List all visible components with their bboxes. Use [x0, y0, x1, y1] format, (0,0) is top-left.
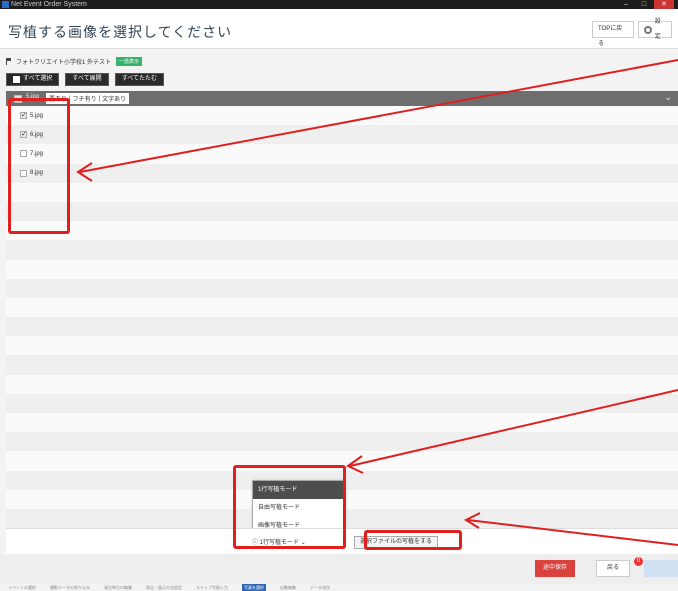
back-button[interactable]: 戻る — [596, 560, 630, 577]
file-row[interactable]: 5.jpg — [6, 106, 678, 126]
file-row[interactable]: 6.jpg — [6, 125, 678, 145]
empty-row — [6, 336, 678, 356]
flag-icon — [6, 57, 11, 65]
empty-row — [6, 432, 678, 452]
collapse-all-button[interactable]: すべてたたむ — [114, 73, 165, 86]
app-icon — [2, 1, 9, 8]
settings-button[interactable]: 設定 — [638, 19, 672, 40]
empty-row — [6, 317, 678, 337]
step-item[interactable]: ステップ写植入力 — [196, 584, 228, 591]
chevron-down-icon[interactable]: ⌄ — [664, 92, 672, 103]
empty-row — [6, 201, 678, 222]
checkbox-icon — [13, 76, 20, 83]
top-button[interactable]: TOPに戻る — [592, 21, 634, 47]
empty-row — [6, 355, 678, 375]
select-all-label: すべて選択 — [23, 76, 53, 82]
maximize-icon[interactable]: □ — [636, 0, 652, 9]
breadcrumb: フォトクリエイト小学校1 外テスト 一括表示 — [6, 55, 143, 67]
empty-row — [6, 240, 678, 260]
notification-badge: 0 — [634, 557, 643, 566]
file-row[interactable]: 7.jpg — [6, 144, 678, 164]
step-item[interactable]: データ送信 — [310, 584, 330, 591]
close-icon[interactable]: ✕ — [654, 0, 674, 9]
save-draft-button[interactable]: 途中保存 — [535, 560, 575, 577]
next-button[interactable] — [644, 560, 678, 577]
window-controls: – □ ✕ — [618, 0, 674, 9]
step-item[interactable]: 自動編集 — [280, 584, 296, 591]
minimize-icon[interactable]: – — [618, 0, 634, 9]
empty-row — [6, 182, 678, 202]
step-progress: イベントの選択 撮影データの取り込み 発注単位の編集 商品・展示方法設定 ステッ… — [0, 584, 678, 591]
gear-icon — [644, 25, 652, 34]
actions-bar: すべて選択 すべて展開 すべてたたむ — [6, 71, 165, 88]
status-badge: 一括表示 — [116, 56, 143, 66]
window-title: Net Event Order System — [11, 1, 87, 8]
annotation-box-mode-menu — [233, 465, 346, 549]
page-header: 写植する画像を選択してください TOPに戻る 設定 — [0, 9, 678, 49]
empty-row — [6, 221, 678, 241]
folder-header[interactable]: 5.jpg 要あり | フチ有り | 文字あり ⌄ — [6, 91, 678, 106]
step-item[interactable]: イベントの選択 — [8, 584, 36, 591]
empty-row — [6, 259, 678, 279]
step-item[interactable]: 商品・展示方法設定 — [146, 584, 182, 591]
settings-label: 設定 — [654, 18, 661, 40]
breadcrumb-text: フォトクリエイト小学校1 外テスト — [16, 59, 112, 66]
file-row[interactable]: 8.jpg — [6, 163, 678, 183]
empty-row — [6, 374, 678, 394]
step-item[interactable]: 撮影データの取り込み — [50, 584, 90, 591]
step-item[interactable]: 発注単位の編集 — [104, 584, 132, 591]
step-item-active[interactable]: 写真を選択 — [242, 584, 266, 591]
annotation-box-files — [8, 98, 70, 234]
empty-row — [6, 413, 678, 433]
footer: 途中保存 戻る 0 — [0, 554, 678, 584]
annotation-box-run-button — [364, 530, 462, 550]
empty-row — [6, 278, 678, 298]
tag: フチ有り — [72, 97, 97, 103]
window-titlebar: Net Event Order System – □ ✕ — [0, 0, 678, 9]
empty-row — [6, 297, 678, 318]
select-all-button[interactable]: すべて選択 — [6, 73, 60, 86]
page-title: 写植する画像を選択してください — [8, 24, 233, 40]
empty-row — [6, 393, 678, 413]
expand-all-button[interactable]: すべて展開 — [65, 73, 109, 86]
tag: 文字あり — [102, 97, 127, 103]
